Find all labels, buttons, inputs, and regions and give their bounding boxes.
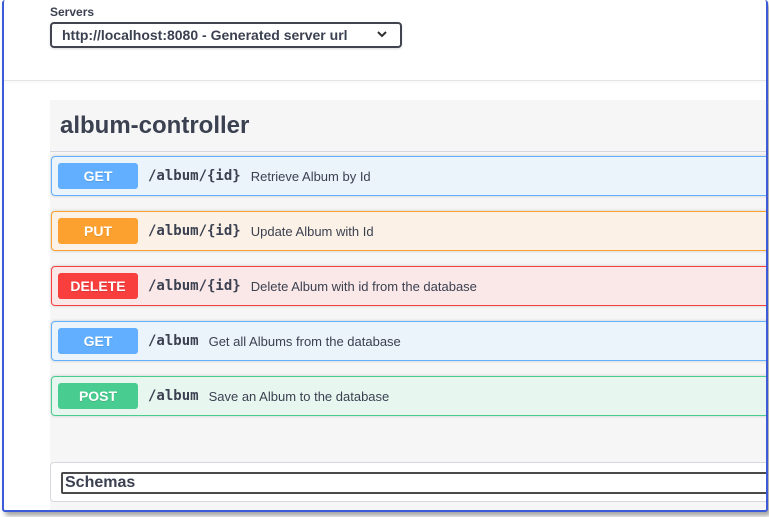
operation-summary: Retrieve Album by Id: [250, 168, 371, 184]
swagger-window: Servers http://localhost:8080 - Generate…: [2, 0, 768, 512]
method-badge: POST: [58, 383, 138, 409]
operation-path: /album/{id}: [148, 168, 241, 184]
chevron-down-icon: [376, 28, 388, 43]
servers-label: Servers: [50, 5, 95, 19]
operation-summary: Delete Album with id from the database: [250, 278, 477, 294]
operation-summary: Get all Albums from the database: [208, 333, 401, 349]
method-badge: GET: [58, 163, 138, 189]
schemas-section: Schemas: [50, 462, 766, 502]
operation-delete-album-by-id[interactable]: DELETE /album/{id} Delete Album with id …: [51, 266, 766, 306]
operation-path: /album/{id}: [148, 278, 241, 294]
method-badge: PUT: [58, 218, 138, 244]
schemas-toggle-button[interactable]: Schemas: [61, 472, 766, 494]
divider: [4, 80, 766, 81]
method-badge: DELETE: [58, 273, 138, 299]
operation-summary: Update Album with Id: [250, 223, 374, 239]
server-select[interactable]: http://localhost:8080 - Generated server…: [50, 22, 402, 48]
operation-get-album-by-id[interactable]: GET /album/{id} Retrieve Album by Id: [51, 156, 766, 196]
operation-path: /album/{id}: [148, 223, 241, 239]
operation-post-album[interactable]: POST /album Save an Album to the databas…: [51, 376, 766, 416]
operation-path: /album: [148, 333, 199, 349]
method-badge: GET: [58, 328, 138, 354]
operation-summary: Save an Album to the database: [208, 388, 390, 404]
operation-put-album-by-id[interactable]: PUT /album/{id} Update Album with Id: [51, 211, 766, 251]
operation-get-all-albums[interactable]: GET /album Get all Albums from the datab…: [51, 321, 766, 361]
server-select-value: http://localhost:8080 - Generated server…: [62, 27, 348, 43]
tag-title: album-controller: [60, 112, 250, 139]
tag-header[interactable]: album-controller: [50, 100, 766, 152]
operation-path: /album: [148, 388, 199, 404]
